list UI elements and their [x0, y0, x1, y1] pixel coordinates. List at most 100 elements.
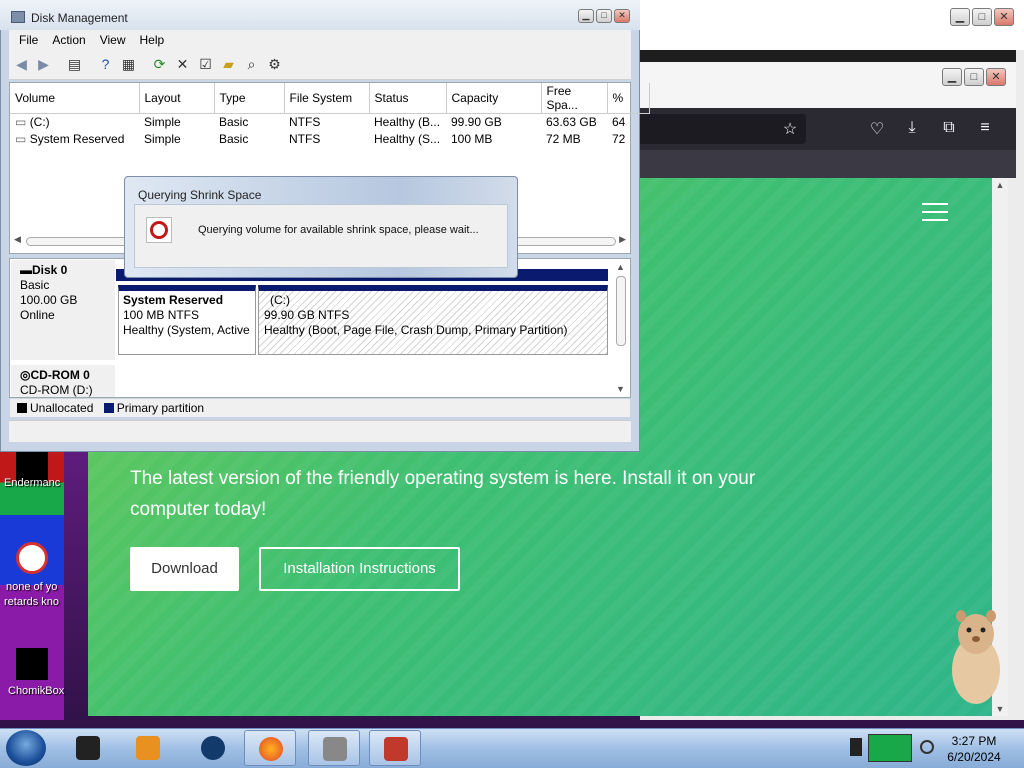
hamster-mascot-icon	[952, 610, 1000, 704]
forward-arrow-icon[interactable]: ▶	[35, 56, 52, 73]
settings-icon[interactable]: ⚙	[266, 56, 283, 73]
partition-c[interactable]: (C:) 99.90 GB NTFS Healthy (Boot, Page F…	[258, 285, 608, 355]
taskbar-app-terminal[interactable]	[62, 730, 114, 766]
disk-view-vscrollbar[interactable]: ▲ ▼	[614, 262, 628, 394]
menu-file[interactable]: File	[13, 30, 44, 50]
properties-icon[interactable]: ▦	[120, 56, 137, 73]
taskbar-app-globe[interactable]	[187, 730, 239, 766]
clock-date[interactable]: 6/20/2024	[938, 750, 1010, 764]
disk-management-titlebar[interactable]: Disk Management ▁ □ ✕	[0, 0, 640, 30]
volume-table: Volume Layout Type File System Status Ca…	[10, 83, 650, 148]
browser-window-controls: ▁ □ ✕	[942, 68, 1006, 86]
partition-fs: 100 MB NTFS	[123, 308, 200, 322]
dm-window-controls: ▁ □ ✕	[578, 9, 630, 23]
scroll-left-icon[interactable]: ◀	[14, 234, 21, 245]
scroll-right-icon[interactable]: ▶	[619, 234, 626, 245]
cdrom-label[interactable]: ◎CD-ROM 0 CD-ROM (D:)	[11, 365, 115, 397]
check-icon[interactable]: ☑	[197, 56, 214, 73]
volume-icon[interactable]	[920, 740, 934, 754]
browser-tabstrip	[640, 150, 1016, 178]
hero-text: The latest version of the friendly opera…	[130, 468, 756, 520]
partition-system-reserved[interactable]: System Reserved 100 MB NTFS Healthy (Sys…	[118, 285, 256, 355]
delete-icon[interactable]: ✕	[174, 56, 191, 73]
column-volume[interactable]: Volume	[10, 83, 140, 114]
maximize-icon[interactable]: □	[964, 68, 984, 86]
close-icon[interactable]: ✕	[986, 68, 1006, 86]
clock-time[interactable]: 3:27 PM	[938, 734, 1010, 748]
taskbar-app-firefox[interactable]	[244, 730, 296, 766]
column-file-system[interactable]: File System	[284, 83, 370, 114]
table-row[interactable]: ▭ (C:) Simple Basic NTFS Healthy (B... 9…	[10, 114, 650, 131]
extensions-icon[interactable]: ⧉	[938, 119, 960, 137]
scroll-up-icon[interactable]: ▲	[616, 262, 625, 272]
partition-status: Healthy (System, Active	[123, 323, 250, 337]
minimize-icon[interactable]: ▁	[950, 8, 970, 26]
disk0-label[interactable]: ▬Disk 0 Basic 100.00 GB Online	[11, 260, 115, 360]
menu-icon[interactable]: ≡	[974, 119, 996, 137]
column-percent[interactable]: %	[607, 83, 650, 114]
back-arrow-icon[interactable]: ◀	[13, 56, 30, 73]
table-cell: Simple	[144, 115, 181, 130]
open-folder-icon[interactable]: ▰	[220, 56, 237, 73]
column-free-space[interactable]: Free Spa...	[541, 83, 608, 114]
minimize-icon[interactable]: ▁	[942, 68, 962, 86]
refresh-icon[interactable]: ⟳	[151, 56, 168, 73]
table-cell: 63.63 GB	[546, 115, 597, 130]
download-button[interactable]: Download	[130, 547, 239, 591]
table-cell: Basic	[219, 115, 249, 130]
column-status[interactable]: Status	[369, 83, 447, 114]
close-icon[interactable]: ✕	[994, 8, 1014, 26]
search-icon[interactable]: ⌕	[243, 56, 260, 73]
help-icon[interactable]: ?	[97, 56, 114, 73]
taskbar-app-tool[interactable]	[308, 730, 360, 766]
clock-icon	[146, 217, 172, 243]
partition-status: Healthy (Boot, Page File, Crash Dump, Pr…	[264, 323, 568, 337]
tray-app-icon[interactable]	[868, 734, 912, 762]
minimize-icon[interactable]: ▁	[578, 9, 594, 23]
window-title: Disk Management	[31, 11, 128, 25]
desktop-label-line1: none of yo	[6, 581, 58, 593]
table-row[interactable]: ▭ System Reserved Simple Basic NTFS Heal…	[10, 131, 650, 148]
installation-instructions-button[interactable]: Installation Instructions	[259, 547, 460, 591]
pocket-icon[interactable]: ♡	[866, 119, 888, 139]
toolbar: ◀ ▶ ▤ ? ▦ ⟳ ✕ ☑ ▰ ⌕ ⚙	[9, 50, 631, 80]
menu-help[interactable]: Help	[134, 30, 171, 50]
desktop-icon-column: Endermanc none of yo retards kno ChomikB…	[0, 450, 64, 720]
scroll-up-icon[interactable]: ▲	[992, 180, 1008, 190]
partition-name: (C:)	[270, 293, 290, 307]
close-icon[interactable]: ✕	[614, 9, 630, 23]
desktop-label-endermanch: Endermanc	[4, 477, 61, 489]
column-capacity[interactable]: Capacity	[446, 83, 542, 114]
disk0-size: 100.00 GB	[20, 293, 78, 307]
volume-table-header: Volume Layout Type File System Status Ca…	[10, 83, 650, 114]
maximize-icon[interactable]: □	[972, 8, 992, 26]
start-button[interactable]	[6, 730, 46, 766]
taskbar-app-media[interactable]	[122, 730, 174, 766]
column-type[interactable]: Type	[214, 83, 285, 114]
scroll-thumb[interactable]	[616, 276, 626, 346]
maximize-icon[interactable]: □	[596, 9, 612, 23]
taskbar-app-toolbox[interactable]	[369, 730, 421, 766]
table-cell: Healthy (B...	[374, 115, 441, 130]
download-icon[interactable]: ⤓	[901, 119, 923, 137]
scroll-down-icon[interactable]: ▼	[616, 384, 625, 394]
chomikbox-icon[interactable]	[16, 648, 48, 680]
table-cell: Basic	[219, 132, 249, 146]
bookmark-star-icon[interactable]: ☆	[779, 119, 801, 139]
cdrom-icon: ◎	[20, 368, 31, 382]
hamburger-menu-icon[interactable]	[922, 203, 948, 221]
browser-titlebar: ▁ □ ✕	[640, 62, 1016, 108]
console-tree-icon[interactable]: ▤	[66, 56, 83, 73]
menu-action[interactable]: Action	[46, 30, 91, 50]
meme-icon[interactable]	[16, 542, 48, 574]
cdrom-drive: CD-ROM (D:)	[20, 383, 93, 397]
dialog-title: Querying Shrink Space	[138, 188, 262, 202]
drive-icon: ▭	[15, 132, 27, 146]
table-cell: 64	[612, 115, 626, 130]
drive-icon: ▭	[15, 115, 27, 130]
column-layout[interactable]: Layout	[139, 83, 215, 114]
primary-swatch	[103, 403, 114, 413]
menu-view[interactable]: View	[94, 30, 132, 50]
tray-network-icon[interactable]	[850, 738, 862, 756]
disk0-name: ▬Disk 0	[20, 263, 68, 277]
